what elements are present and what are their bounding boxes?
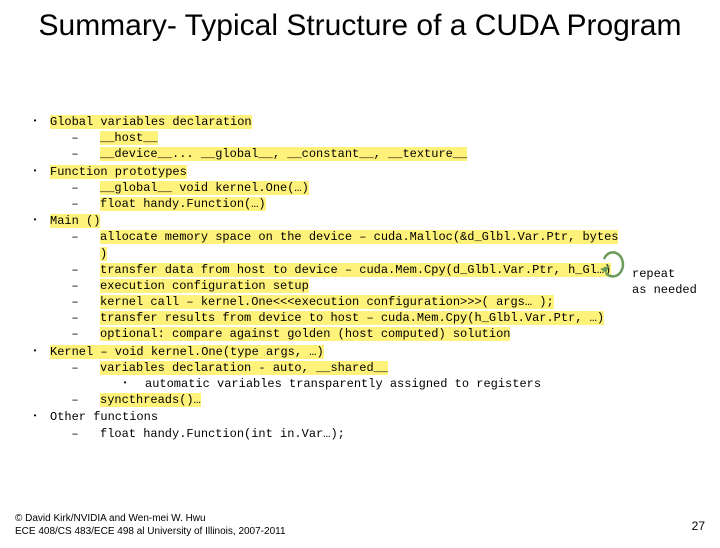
section-row: •Function prototypes [20,164,620,180]
dash-icon: – [50,229,100,245]
section-head-text: Other functions [50,410,158,424]
section-head: Function prototypes [50,164,187,180]
sub-text: __global__ void kernel.One(…) [100,181,309,195]
sub-text: transfer data from host to device – cuda… [100,263,611,277]
sub-text: transfer results from device to host – c… [100,311,604,325]
section-head: Kernel – void kernel.One(type args, …) [50,344,324,360]
sub-text: kernel call – kernel.One<<<execution con… [100,295,554,309]
footer-line2: ECE 408/CS 483/ECE 498 al University of … [15,525,286,538]
sub-text-wrap: float handy.Function(…) [100,196,266,212]
sub-text: automatic variables transparently assign… [145,377,541,391]
footer-line1: © David Kirk/NVIDIA and Wen-mei W. Hwu [15,512,286,525]
sub-text-wrap: transfer data from host to device – cuda… [100,262,611,278]
sub-text-wrap: automatic variables transparently assign… [145,376,541,392]
sub-text-wrap: transfer results from device to host – c… [100,310,604,326]
annot-line1: repeat [632,266,697,282]
sub-text-wrap: allocate memory space on the device – cu… [100,229,620,261]
sub-text-wrap: optional: compare against golden (host c… [100,326,510,342]
sub-text: __device__... __global__, __constant__, … [100,147,467,161]
section-row: •Kernel – void kernel.One(type args, …) [20,344,620,360]
sub-row: –optional: compare against golden (host … [20,326,620,342]
section-row: •Global variables declaration [20,114,620,130]
slide-title: Summary- Typical Structure of a CUDA Pro… [0,8,720,44]
sub-text-wrap: kernel call – kernel.One<<<execution con… [100,294,554,310]
section-head: Global variables declaration [50,114,252,130]
sub-text-wrap: variables declaration - auto, __shared__ [100,360,388,376]
annot-line2: as needed [632,282,697,298]
sub-row: –execution configuration setup [20,278,620,294]
sub-row: –transfer results from device to host – … [20,310,620,326]
sub-row: –allocate memory space on the device – c… [20,229,620,261]
sub-row: –syncthreads()… [20,392,620,408]
dash-icon: – [50,360,100,376]
section-head-text: Main () [50,214,100,228]
sub-text-wrap: __global__ void kernel.One(…) [100,180,309,196]
section-row: •Other functions [20,409,620,425]
bullet-icon: • [20,409,50,425]
dash-icon: – [50,146,100,162]
sub-row: –transfer data from host to device – cud… [20,262,620,278]
content-block: •Global variables declaration–__host__–_… [20,113,620,442]
dash-icon: – [50,278,100,294]
section-head-text: Global variables declaration [50,115,252,129]
sub-text: optional: compare against golden (host c… [100,327,510,341]
sub-text-wrap: syncthreads()… [100,392,201,408]
sub-row: –float handy.Function(int in.Var…); [20,426,620,442]
dash-icon: – [50,130,100,146]
section-head: Main () [50,213,100,229]
repeat-annotation: repeat as needed [632,266,697,298]
dash-icon: – [50,180,100,196]
footer-copyright: © David Kirk/NVIDIA and Wen-mei W. Hwu E… [15,512,286,538]
sub-text: variables declaration - auto, __shared__ [100,361,388,375]
dash-icon: – [50,426,100,442]
dash-icon: – [50,310,100,326]
sub-text: syncthreads()… [100,393,201,407]
sub-text: float handy.Function(…) [100,197,266,211]
sub-text: execution configuration setup [100,279,309,293]
bullet-icon: • [20,344,50,360]
section-head: Other functions [50,409,158,425]
sub-text: float handy.Function(int in.Var…); [100,427,345,441]
dash-icon: – [50,262,100,278]
repeat-arrow-icon [598,239,630,279]
bullet-icon: • [20,213,50,229]
dash-icon: – [50,294,100,310]
bullet-icon: • [105,376,145,392]
sub-text-wrap: execution configuration setup [100,278,309,294]
bullet-icon: • [20,114,50,130]
sub-row: –kernel call – kernel.One<<<execution co… [20,294,620,310]
sub-row: –variables declaration - auto, __shared_… [20,360,620,376]
sub-row: –float handy.Function(…) [20,196,620,212]
bullet-icon: • [20,164,50,180]
section-row: •Main () [20,213,620,229]
dash-icon: – [50,326,100,342]
sub-text: allocate memory space on the device – cu… [100,230,618,260]
section-head-text: Function prototypes [50,165,187,179]
sub-text-wrap: float handy.Function(int in.Var…); [100,426,345,442]
dash-icon: – [50,392,100,408]
sub-text-wrap: __host__ [100,130,158,146]
sub-row: •automatic variables transparently assig… [20,376,620,392]
sub-text: __host__ [100,131,158,145]
sub-row: –__global__ void kernel.One(…) [20,180,620,196]
sub-text-wrap: __device__... __global__, __constant__, … [100,146,467,162]
dash-icon: – [50,196,100,212]
sub-row: –__host__ [20,130,620,146]
page-number: 27 [692,519,705,533]
sub-row: –__device__... __global__, __constant__,… [20,146,620,162]
section-head-text: Kernel – void kernel.One(type args, …) [50,345,324,359]
